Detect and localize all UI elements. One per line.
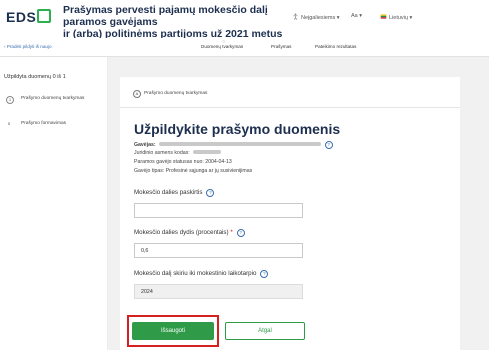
accessibility-label: Neįgaliesiems bbox=[301, 15, 336, 21]
step-number: 1 bbox=[6, 96, 14, 104]
accessibility-icon bbox=[293, 13, 298, 20]
step-number: 0 bbox=[7, 121, 11, 126]
accessibility-menu[interactable]: Neįgaliesiems ▾ bbox=[292, 13, 340, 21]
status-line: Paramos gavėjo statusas nuo: 2004-04-13 bbox=[134, 159, 232, 165]
purpose-label: Mokesčio dalies paskirtis? bbox=[134, 189, 215, 197]
help-icon[interactable]: ? bbox=[324, 141, 333, 149]
required-marker: * bbox=[230, 229, 233, 236]
step-circle-icon: A bbox=[133, 90, 141, 98]
period-field: 2024 bbox=[134, 284, 303, 299]
purpose-input[interactable] bbox=[134, 203, 303, 218]
receiver-line: Gavėjas:? bbox=[134, 141, 333, 149]
back-button[interactable]: Atgal bbox=[225, 322, 305, 340]
font-size-menu[interactable]: Aa ▾ bbox=[351, 13, 362, 19]
flag-lt-icon bbox=[380, 14, 387, 19]
logo-text: EDS bbox=[6, 9, 37, 25]
legal-code-line: Juridinio asmens kodas: bbox=[134, 150, 221, 156]
sidebar-heading: Užpildyta duomenų 0 iš 1 bbox=[4, 74, 66, 80]
highlight-frame bbox=[127, 315, 219, 347]
percent-label: Mokesčio dalies dydis (procentais) *? bbox=[134, 229, 245, 237]
language-menu[interactable]: Lietuvių ▾ bbox=[380, 13, 412, 21]
receiver-label: Gavėjas: bbox=[134, 142, 156, 148]
form-heading: Užpildykite prašymo duomenis bbox=[134, 121, 341, 137]
period-label-text: Mokesčio dalį skiriu iki mokestinio laik… bbox=[134, 270, 257, 277]
tab-data[interactable]: Duomenų tvarkymas bbox=[201, 44, 243, 49]
period-label: Mokesčio dalį skiriu iki mokestinio laik… bbox=[134, 270, 269, 278]
percent-input[interactable]: 0,6 bbox=[134, 243, 303, 258]
restart-link-label: Pradėti pildyti iš naujo bbox=[6, 44, 52, 49]
title-line-1: Prašymas pervesti pajamų mokesčio dalį p… bbox=[63, 4, 268, 28]
help-icon[interactable]: ? bbox=[260, 270, 269, 278]
percent-label-text: Mokesčio dalies dydis (procentais) bbox=[134, 229, 229, 236]
tab-result[interactable]: Pateikimo rezultatas bbox=[315, 44, 356, 49]
type-line: Gavėjo tipas: Profesinė sąjunga ar jų su… bbox=[134, 168, 253, 174]
logo-mark-icon bbox=[37, 9, 52, 23]
divider bbox=[120, 107, 460, 108]
restart-link[interactable]: ‹ Pradėti pildyti iš naujo bbox=[4, 44, 52, 49]
redacted-text bbox=[158, 142, 321, 146]
help-icon[interactable]: ? bbox=[206, 189, 215, 197]
eds-logo[interactable]: EDS bbox=[6, 9, 52, 25]
legal-code-label: Juridinio asmens kodas: bbox=[134, 150, 190, 156]
top-nav bbox=[0, 38, 489, 57]
purpose-label-text: Mokesčio dalies paskirtis bbox=[134, 189, 203, 196]
tab-request[interactable]: Prašymas bbox=[271, 44, 291, 49]
breadcrumb: A Prašymo duomenų tvarkymas bbox=[133, 90, 207, 98]
breadcrumb-label: Prašymo duomenų tvarkymas bbox=[144, 91, 208, 96]
font-size-label: Aa bbox=[351, 13, 358, 19]
language-label: Lietuvių bbox=[389, 15, 408, 21]
page-title: Prašymas pervesti pajamų mokesčio dalį p… bbox=[63, 4, 283, 40]
sidebar-item-label: Prašymo formavimas bbox=[21, 121, 67, 126]
sidebar-item-label: Prašymo duomenų tvarkymas bbox=[21, 96, 85, 101]
redacted-text bbox=[192, 150, 221, 154]
help-icon[interactable]: ? bbox=[236, 229, 245, 237]
